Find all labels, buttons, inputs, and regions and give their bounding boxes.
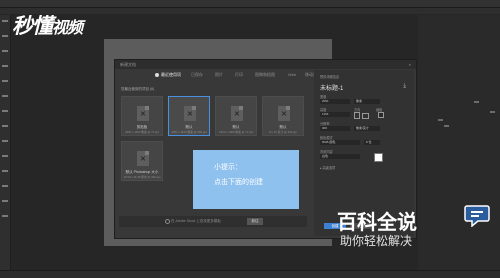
type-tool-icon[interactable] [2,170,8,172]
close-icon[interactable]: × [409,60,411,69]
resolution-input[interactable]: 300 [320,126,350,131]
background-color-swatch[interactable] [374,153,383,162]
tip-text: 点击下面的创建 [214,179,263,186]
tab-recent[interactable]: 最近使用项 [155,70,181,80]
tab-web[interactable]: Web [288,70,296,80]
tools-panel [0,15,11,270]
go-button[interactable]: 前往 [247,218,263,225]
stock-search-bar[interactable]: 在 Adobe Stock 上查找更多模板 前往 [119,216,307,227]
pen-tool-icon[interactable] [2,155,8,157]
marquee-tool-icon[interactable] [2,35,8,37]
shape-tool-icon[interactable] [2,185,8,187]
search-input[interactable]: 在 Adobe Stock 上查找更多模板 [171,216,221,227]
gradient-tool-icon[interactable] [2,140,8,142]
search-icon [165,219,170,224]
dialog-title-bar: 新建文档 × [115,60,416,69]
move-tool-icon[interactable] [2,20,8,22]
eraser-tool-icon[interactable] [2,125,8,127]
tab-saved[interactable]: 已保存 [191,70,203,80]
stamp-tool-icon[interactable] [2,110,8,112]
bit-depth-select[interactable]: 8 位 [364,140,380,145]
watermark-logo: 秒懂视频 [12,13,83,38]
width-unit-select[interactable]: 像素 [354,99,380,104]
dialog-title: 新建文档 [120,62,136,67]
tip-overlay: 小提示： 点击下面的创建 [193,150,299,209]
landscape-icon[interactable] [362,113,369,119]
preset-tile[interactable]: ✕ 剪贴板 2051 x 1154 像素 @ 72 ppi [121,96,163,136]
portrait-icon[interactable] [354,112,360,119]
width-input[interactable]: 2051 [320,99,350,104]
preset-tile-selected[interactable]: ✕ 默认 2051 x 1154 像素 @ 300 ppi [168,96,210,136]
details-header: 预设详细信息 [320,75,340,79]
recent-section-label: 您最近使用的项目 (6) [121,87,155,91]
document-icon: ✕ [231,106,243,121]
tab-art-illustration[interactable]: 图稿和插图 [255,70,275,80]
panel-icon[interactable] [438,119,443,121]
document-icon: ✕ [184,106,196,121]
advanced-options-toggle[interactable]: ▸ 高级选项 [320,165,335,170]
watermark-speech-bubble-icon [464,205,490,227]
preset-tile[interactable]: ✕ 默认 8 x 10 英寸 @ 300 ppi [262,96,304,136]
menu-bar [0,0,500,8]
resolution-unit-select[interactable]: 像素/英寸 [354,126,380,131]
document-name-field[interactable]: 未标题-1 [320,83,343,92]
zoom-tool-icon[interactable] [2,215,8,217]
hand-tool-icon[interactable] [2,200,8,202]
document-icon: ✕ [137,151,149,166]
height-input[interactable]: 1154 [320,112,350,117]
color-mode-select[interactable]: RGB 颜色 [320,140,360,145]
background-select[interactable]: 白色 [320,154,360,159]
panel-icon[interactable] [444,125,449,127]
panel-icon[interactable] [490,111,495,113]
recent-icon [155,72,159,77]
document-icon: ✕ [278,106,290,121]
crop-tool-icon[interactable] [2,65,8,67]
tab-print[interactable]: 打印 [235,70,243,80]
tab-photo[interactable]: 照片 [215,70,223,80]
save-preset-icon[interactable]: ⤓ [403,83,406,90]
artboard-checkbox[interactable] [378,112,384,118]
lasso-tool-icon[interactable] [2,50,8,52]
watermark-subtitle: 助你轻松解决 [340,234,413,248]
brush-tool-icon[interactable] [2,95,8,97]
watermark-title: 百科全说 [337,212,417,234]
preset-tile[interactable]: ✕ 默认 Photoshop 大小 16.93 x 11.99 厘米 @ 300… [121,141,163,181]
preset-tile[interactable]: ✕ 默认 1920 x 1080 像素 @ 72 ppi [215,96,257,136]
panel-icon[interactable] [474,101,479,103]
eyedropper-tool-icon[interactable] [2,80,8,82]
tip-title: 小提示： [214,164,242,171]
document-icon: ✕ [137,106,149,121]
